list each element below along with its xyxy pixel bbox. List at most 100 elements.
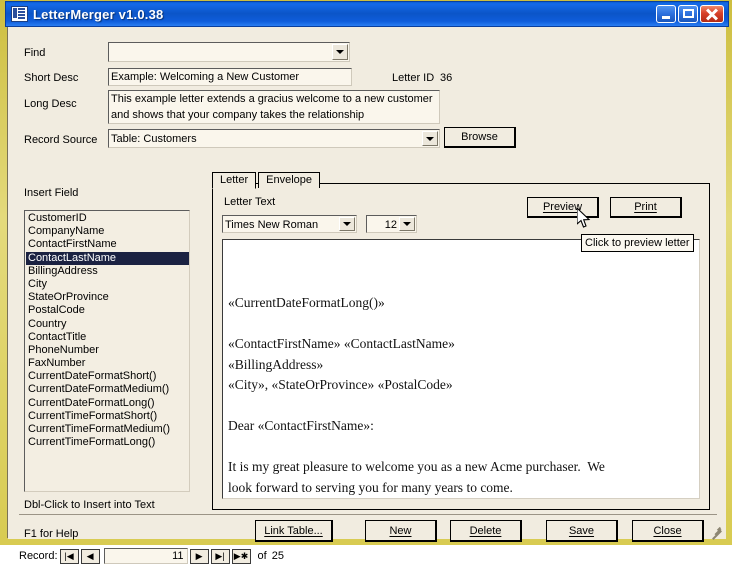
close-button[interactable] [700,5,724,23]
list-item-label: ContactFirstName [28,238,117,251]
long-desc-input[interactable]: This example letter extends a gracius we… [108,90,440,124]
font-name-combo[interactable]: Times New Roman [222,215,357,233]
minimize-button[interactable] [656,5,676,23]
list-item-label: Country [28,317,67,330]
first-record-icon[interactable]: |◀ [59,548,79,564]
new-button-label: New [389,524,412,537]
record-navigator: Record: |◀ ◀ 11 ▶ ▶| ▶✱ of 25 [19,548,284,564]
font-name-value: Times New Roman [225,219,319,231]
list-item-label: PhoneNumber [28,343,99,356]
minimize-icon [662,16,670,19]
list-item-label: CurrentDateFormatLong() [28,396,155,409]
record-of-label: of [257,550,267,562]
find-combo[interactable] [108,42,350,62]
delete-button[interactable]: Delete [450,520,522,542]
letter-id-value: 36 [440,72,453,84]
list-item[interactable]: ContactTitle [26,331,189,344]
help-text: F1 for Help [24,528,79,540]
next-record-icon[interactable]: ▶ [189,548,209,564]
list-item[interactable]: ContactFirstName [26,238,189,251]
chevron-down-icon[interactable] [332,44,348,60]
list-item-label: CurrentTimeFormatMedium() [28,423,171,435]
list-item[interactable]: CurrentDateFormatLong() [26,397,189,410]
record-source-combo[interactable]: Table: Customers [108,129,440,148]
link-table-label: Link Table... [264,524,323,537]
window-controls [656,5,726,23]
list-item-label: CompanyName [28,225,105,238]
footer-divider [19,514,717,515]
list-item[interactable]: CurrentTimeFormatLong() [26,436,189,449]
list-item[interactable]: StateOrProvince [26,291,189,304]
client-area: Find Short Desc Example: Welcoming a New… [8,27,726,564]
close-footer-button[interactable]: Close [632,520,704,542]
font-size-combo[interactable]: 12 [366,215,417,233]
letter-id-label: Letter ID [392,72,435,84]
list-item[interactable]: CurrentDateFormatShort() [26,370,189,383]
list-item[interactable]: CurrentTimeFormatMedium() [26,423,189,436]
list-item[interactable]: CustomerID [26,212,189,225]
close-footer-label: Close [653,524,682,537]
link-table-button[interactable]: Link Table... [255,520,333,542]
chevron-down-icon[interactable] [422,131,438,146]
preview-tooltip: Click to preview letter [581,234,694,252]
maximize-button[interactable] [678,5,698,23]
list-item[interactable]: FaxNumber [26,357,189,370]
maximize-icon [683,9,694,18]
app-grid-icon [11,6,28,22]
last-record-icon[interactable]: ▶| [210,548,230,564]
delete-button-label: Delete [469,524,502,537]
list-item[interactable]: Country [26,318,189,331]
resize-grip[interactable] [710,523,724,540]
list-item-label: PostalCode [28,304,85,317]
title-bar[interactable]: LetterMerger v1.0.38 [5,1,729,27]
font-size-value: 12 [384,219,397,231]
list-item[interactable]: PostalCode [26,304,189,317]
list-item-label: ContactTitle [28,330,87,343]
browse-button[interactable]: Browse [444,127,516,148]
list-item[interactable]: BillingAddress [26,265,189,278]
print-button[interactable]: Print [610,197,682,218]
list-item[interactable]: CompanyName [26,225,189,238]
previous-record-icon[interactable]: ◀ [80,548,100,564]
list-item-label: FaxNumber [28,357,86,370]
list-item-label: CurrentTimeFormatShort() [28,409,158,422]
chevron-down-icon[interactable] [399,217,415,231]
letter-text-editor[interactable]: «CurrentDateFormatLong()» «ContactFirstN… [222,239,700,499]
insert-field-listbox[interactable]: CustomerID CompanyName ContactFirstName Con… [24,210,190,492]
record-source-value: Table: Customers [111,133,197,145]
short-desc-label: Short Desc [24,72,79,84]
save-button[interactable]: Save [546,520,618,542]
preview-button-label: Preview [542,201,583,213]
list-item[interactable]: ContactLastName [26,251,189,265]
letter-text-label: Letter Text [224,196,276,208]
short-desc-input[interactable]: Example: Welcoming a New Customer [108,68,352,86]
list-item[interactable]: City [26,278,189,291]
list-item-label: StateOrProvince [28,291,109,304]
list-item-label: City [28,277,47,290]
application-window: LetterMerger v1.0.38 Find Short Desc Exa… [0,0,732,564]
record-total: 25 [271,550,284,562]
list-item[interactable]: CurrentDateFormatMedium() [26,383,189,396]
tab-strip: Letter Envelope [212,172,322,189]
window-inner-frame: LetterMerger v1.0.38 Find Short Desc Exa… [5,1,729,564]
preview-button[interactable]: Preview [527,197,599,218]
list-item-label: CurrentDateFormatMedium() [28,383,170,396]
tab-envelope[interactable]: Envelope [258,172,321,188]
list-item-label: CustomerID [28,212,87,224]
tab-letter[interactable]: Letter [212,172,257,189]
chevron-down-icon[interactable] [339,217,355,231]
list-item-label: ContactLastName [28,251,117,264]
list-item-label: CurrentTimeFormatLong() [28,436,156,449]
new-record-icon[interactable]: ▶✱ [231,548,251,564]
letter-text-content: «CurrentDateFormatLong()» «ContactFirstN… [228,295,605,495]
record-source-label: Record Source [24,134,98,146]
print-button-label: Print [634,201,657,213]
list-item[interactable]: PhoneNumber [26,344,189,357]
list-item[interactable]: CurrentTimeFormatShort() [26,410,189,423]
record-number-input[interactable]: 11 [103,548,188,564]
new-button[interactable]: New [365,520,437,542]
find-label: Find [24,47,46,59]
window-title: LetterMerger v1.0.38 [33,6,164,22]
save-button-label: Save [568,524,595,537]
insert-field-label: Insert Field [24,187,79,199]
